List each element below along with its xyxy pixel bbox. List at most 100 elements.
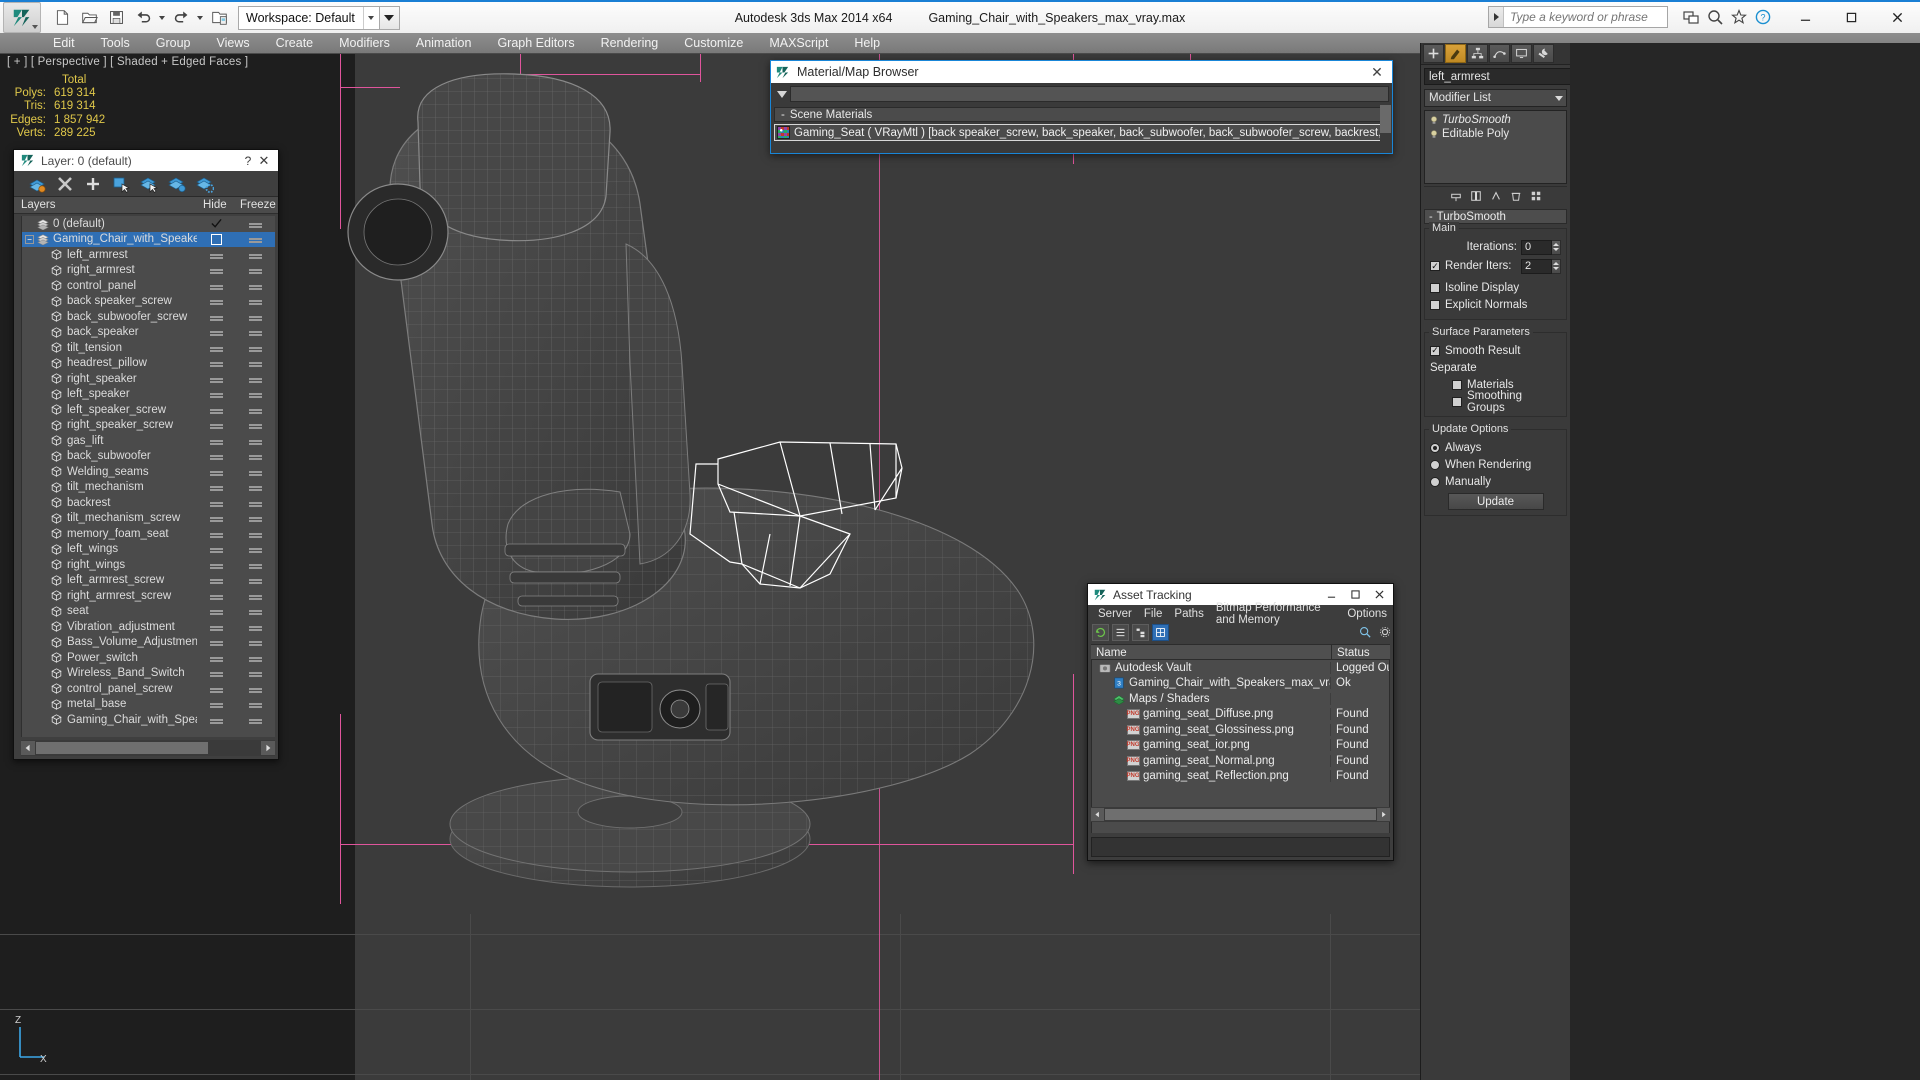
hide-cell[interactable] [197, 625, 235, 628]
radio-when-rendering[interactable] [1430, 459, 1440, 470]
menu-item-animation[interactable]: Animation [403, 33, 485, 54]
material-list-item[interactable]: Gaming_Seat ( VRayMtl ) [back speaker_sc… [774, 124, 1389, 141]
freeze-cell[interactable] [235, 718, 275, 721]
menu-item-maxscript[interactable]: MAXScript [756, 33, 841, 54]
layer-row[interactable]: Vibration_adjustment [22, 619, 275, 635]
hide-cell[interactable] [197, 563, 235, 566]
make-unique-icon[interactable] [1488, 189, 1503, 204]
maximize-button[interactable] [1828, 2, 1874, 33]
add-to-new-layer-icon[interactable] [168, 175, 186, 193]
freeze-cell[interactable] [235, 563, 275, 566]
hide-cell[interactable] [197, 687, 235, 690]
asset-row[interactable]: PNG gaming_seat_Reflection.png Found [1092, 769, 1389, 785]
menu-item-views[interactable]: Views [203, 33, 262, 54]
open-file-icon[interactable] [76, 5, 102, 31]
menu-item-customize[interactable]: Customize [671, 33, 756, 54]
iterations-spinner[interactable]: 0 [1521, 239, 1561, 255]
layer-row[interactable]: left_armrest [22, 247, 275, 263]
minimize-button[interactable] [1782, 2, 1828, 33]
command-panel[interactable]: Modifier List TurboSmooth Editable Poly [1420, 43, 1588, 1080]
tree-view-icon[interactable] [1132, 623, 1149, 641]
layer-row[interactable]: left_speaker [22, 387, 275, 403]
hide-cell[interactable] [197, 284, 235, 287]
smoothing-groups-row[interactable]: Smoothing Groups [1430, 390, 1561, 414]
hide-cell[interactable] [197, 346, 235, 349]
hide-cell[interactable] [197, 672, 235, 675]
set-project-folder-icon[interactable] [206, 5, 232, 31]
layer-row[interactable]: right_speaker_screw [22, 418, 275, 434]
create-tab[interactable] [1423, 44, 1444, 63]
show-end-result-icon[interactable] [1468, 189, 1483, 204]
hide-cell[interactable] [197, 362, 235, 365]
layer-dialog[interactable]: Layer: 0 (default) ? ✕ Layers Hide Freez… [13, 149, 279, 760]
hide-cell[interactable] [197, 269, 235, 272]
hide-cell[interactable] [197, 315, 235, 318]
hide-cell[interactable] [197, 253, 235, 256]
freeze-cell[interactable] [235, 672, 275, 675]
freeze-cell[interactable] [235, 424, 275, 427]
help-search-icon[interactable] [1356, 624, 1373, 641]
freeze-cell[interactable] [235, 377, 275, 380]
utilities-tab[interactable] [1533, 44, 1554, 63]
scrollbar-thumb[interactable] [1105, 809, 1376, 820]
save-file-icon[interactable] [103, 5, 129, 31]
delete-layer-icon[interactable] [56, 175, 74, 193]
lightbulb-icon[interactable] [1428, 115, 1439, 126]
layer-row[interactable]: gas_lift [22, 433, 275, 449]
freeze-cell[interactable] [235, 331, 275, 334]
close-button[interactable] [1367, 585, 1391, 604]
freeze-cell[interactable] [235, 284, 275, 287]
chevron-down-icon[interactable] [1552, 90, 1566, 106]
hierarchy-tab[interactable] [1467, 44, 1488, 63]
freeze-cell[interactable] [235, 238, 275, 241]
freeze-cell[interactable] [235, 517, 275, 520]
freeze-cell[interactable] [235, 501, 275, 504]
hide-cell[interactable] [197, 300, 235, 303]
redo-dropdown-icon[interactable] [195, 5, 205, 31]
menu-item-help[interactable]: Help [841, 33, 893, 54]
freeze-cell[interactable] [235, 408, 275, 411]
modifier-list-dropdown[interactable]: Modifier List [1424, 89, 1567, 107]
update-button[interactable]: Update [1447, 493, 1544, 510]
freeze-cell[interactable] [235, 269, 275, 272]
layer-row[interactable]: backrest [22, 495, 275, 511]
hide-cell[interactable] [197, 439, 235, 442]
search-dropdown-icon[interactable] [1489, 7, 1504, 27]
gaming-chair-model[interactable] [330, 64, 1090, 894]
at-menu-bitmap-performance-and-memory[interactable]: Bitmap Performance and Memory [1210, 602, 1342, 626]
hide-cell[interactable] [197, 408, 235, 411]
hide-cell[interactable] [197, 641, 235, 644]
layer-row[interactable]: back_subwoofer [22, 449, 275, 465]
layer-row[interactable]: right_speaker [22, 371, 275, 387]
create-new-layer-icon[interactable] [28, 175, 46, 193]
list-view-icon[interactable] [1112, 623, 1129, 641]
maximize-button[interactable] [1343, 585, 1367, 604]
menu-item-create[interactable]: Create [263, 33, 327, 54]
menu-item-modifiers[interactable]: Modifiers [326, 33, 403, 54]
freeze-cell[interactable] [235, 362, 275, 365]
freeze-cell[interactable] [235, 222, 275, 225]
rollup-toggle-icon[interactable]: - [1429, 211, 1433, 223]
asset-tracking-window[interactable]: Asset Tracking Server File Paths Bitmap Per… [1087, 583, 1394, 861]
layer-row[interactable]: Wireless_Band_Switch [22, 666, 275, 682]
hide-cell[interactable] [197, 610, 235, 613]
freeze-cell[interactable] [235, 455, 275, 458]
freeze-cell[interactable] [235, 393, 275, 396]
scrollbar-thumb[interactable] [1380, 105, 1391, 133]
scroll-right-icon[interactable] [261, 741, 275, 755]
freeze-cell[interactable] [235, 625, 275, 628]
layer-row[interactable]: tilt_mechanism [22, 480, 275, 496]
materials-checkbox[interactable] [1452, 379, 1462, 390]
subscription-center-icon[interactable] [1705, 7, 1724, 26]
freeze-cell[interactable] [235, 641, 275, 644]
display-tab[interactable] [1511, 44, 1532, 63]
modify-tab[interactable] [1445, 44, 1466, 63]
hide-cell[interactable] [197, 656, 235, 659]
chevron-down-icon[interactable] [774, 86, 790, 102]
asset-row[interactable]: PNG gaming_seat_Normal.png Found [1092, 753, 1389, 769]
hide-cell[interactable] [197, 218, 235, 229]
workspace-chevron-icon[interactable] [362, 6, 379, 29]
scroll-right-icon[interactable] [1377, 808, 1390, 821]
grid-view-icon[interactable] [1152, 623, 1169, 641]
asset-horizontal-scrollbar[interactable] [1091, 807, 1390, 822]
